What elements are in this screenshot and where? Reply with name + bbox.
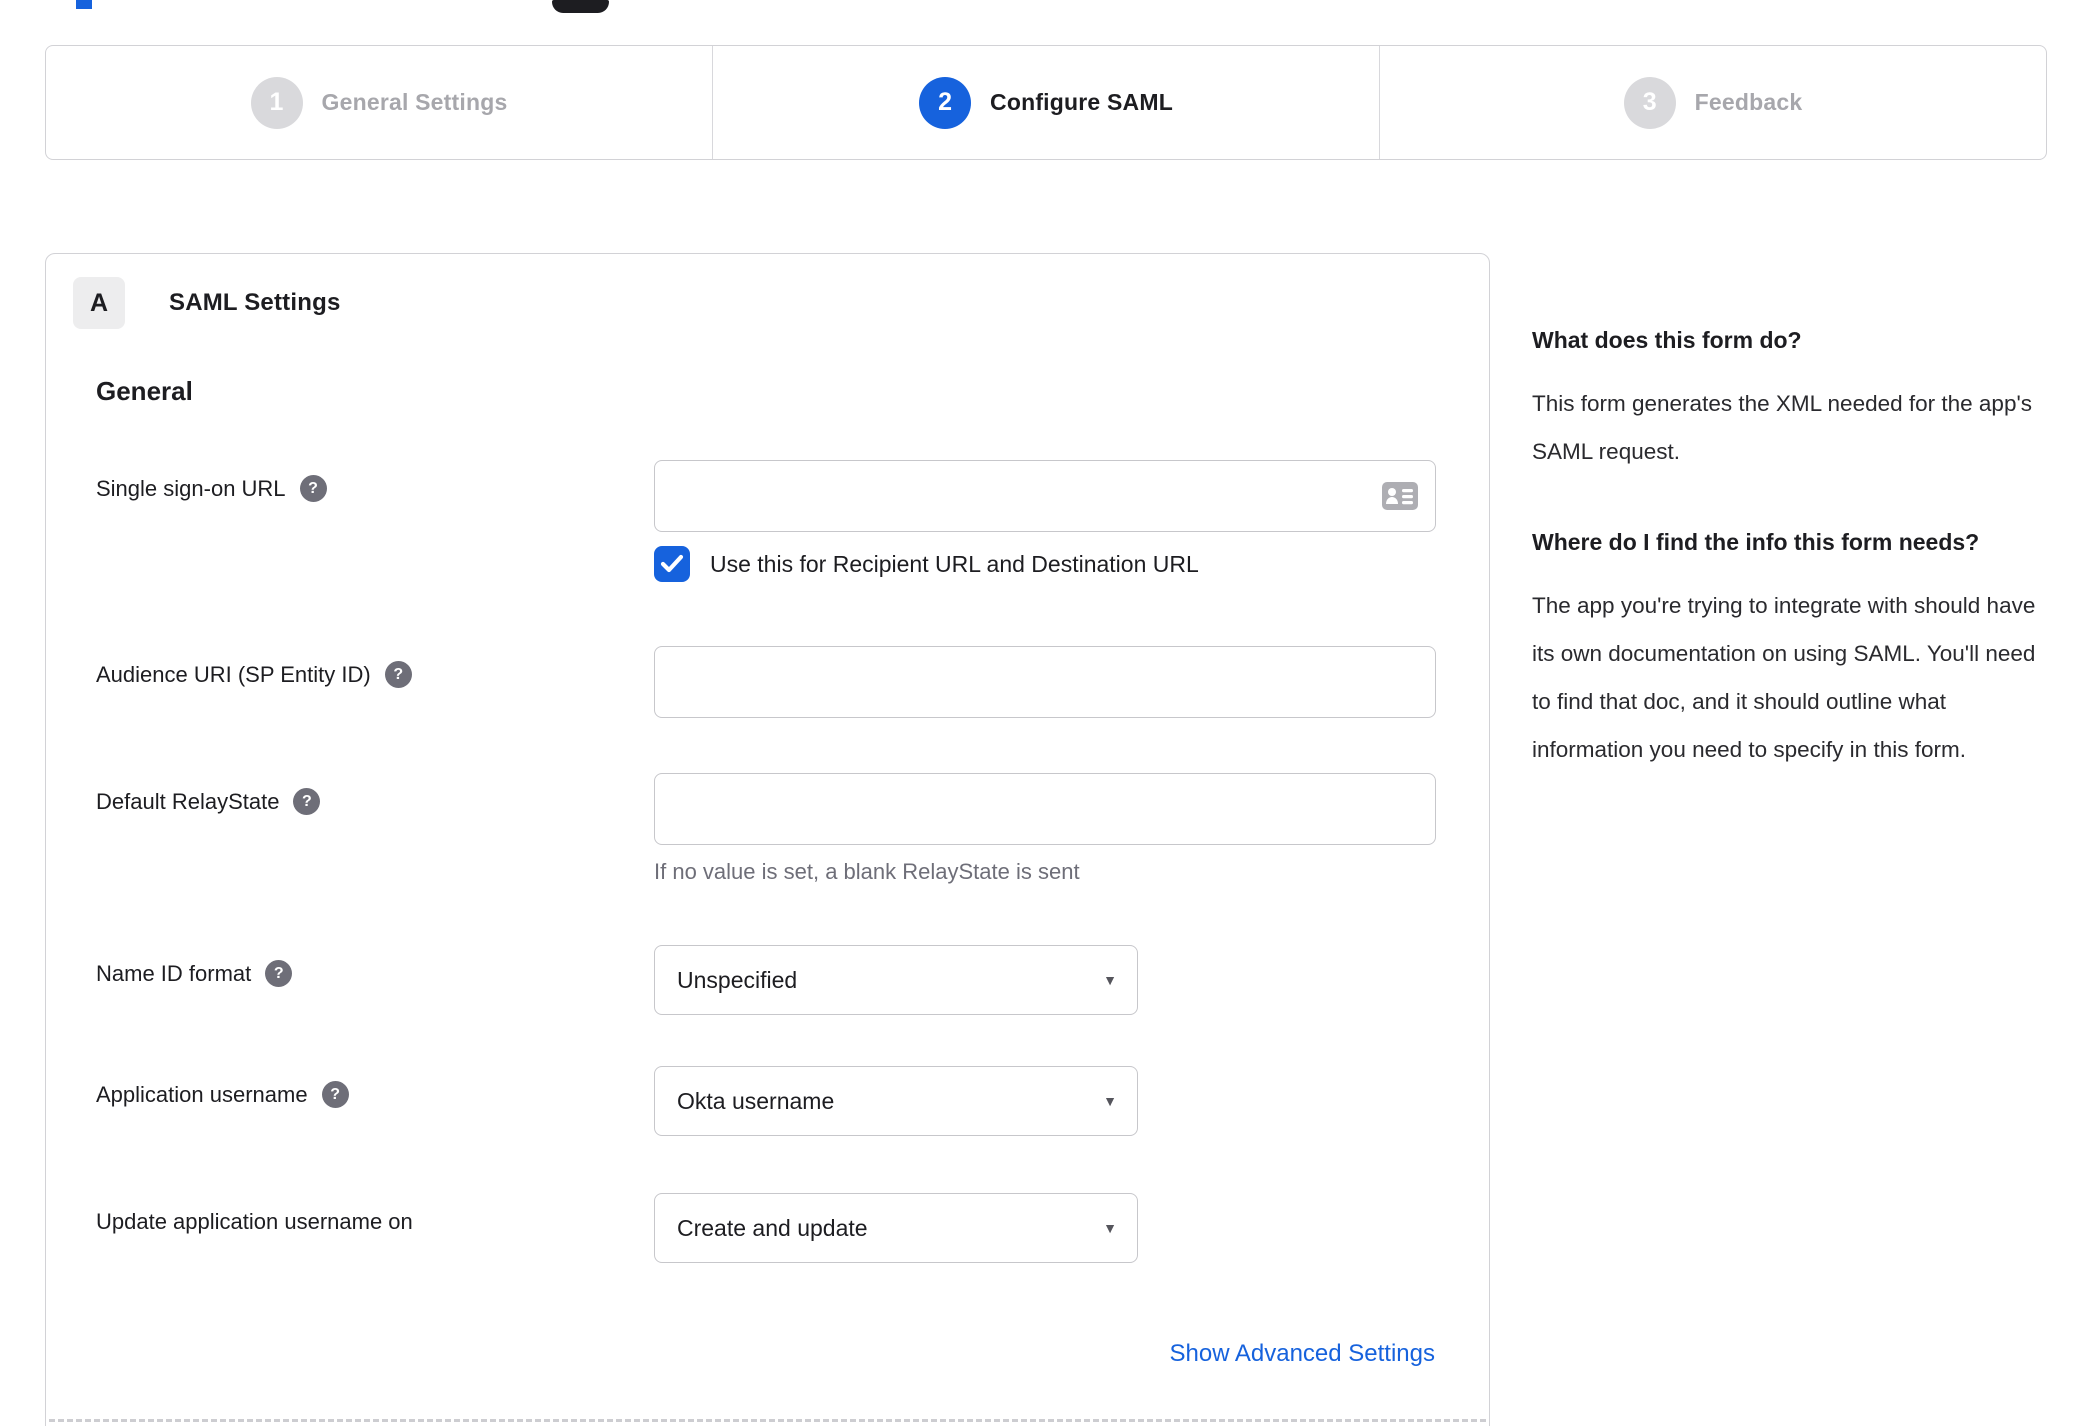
field-label: Application username ?: [96, 1066, 654, 1136]
section-dashed-divider: [49, 1419, 1486, 1422]
checkmark-icon: [660, 554, 684, 573]
field-label: Audience URI (SP Entity ID) ?: [96, 646, 654, 718]
chevron-down-icon: ▼: [1103, 1093, 1117, 1109]
form-row-update-application-username: Update application username on Create an…: [46, 1193, 1489, 1263]
help-sidebar: What does this form do? This form genera…: [1532, 316, 2037, 816]
contact-card-icon: [1382, 482, 1418, 510]
default-relaystate-input[interactable]: [654, 773, 1436, 845]
help-icon[interactable]: ?: [293, 788, 321, 815]
field-label: Default RelayState ?: [96, 773, 654, 885]
help-icon[interactable]: ?: [321, 1081, 349, 1108]
audience-uri-input[interactable]: [654, 646, 1436, 718]
recipient-url-checkbox[interactable]: [654, 546, 690, 582]
select-value: Unspecified: [677, 966, 798, 993]
select-value: Okta username: [677, 1087, 835, 1114]
recipient-url-checkbox-row: Use this for Recipient URL and Destinati…: [654, 546, 1489, 582]
chevron-down-icon: ▼: [1103, 972, 1117, 988]
relaystate-hint-text: If no value is set, a blank RelayState i…: [654, 859, 1080, 884]
update-application-username-select[interactable]: Create and update ▼: [654, 1193, 1138, 1263]
form-row-audience-uri: Audience URI (SP Entity ID) ?: [46, 646, 1489, 718]
step-label: Configure SAML: [990, 89, 1173, 115]
help-heading-where: Where do I find the info this form needs…: [1532, 529, 1980, 555]
field-label: Single sign-on URL ?: [96, 460, 654, 582]
section-a-badge: A: [73, 277, 125, 329]
update-application-username-label: Update application username on: [96, 1209, 413, 1234]
form-row-application-username: Application username ? Okta username ▼: [46, 1066, 1489, 1136]
form-row-default-relaystate: Default RelayState ? If no value is set,…: [46, 773, 1489, 885]
form-row-single-sign-on-url: Single sign-on URL ? Use this for Recipi…: [46, 460, 1489, 582]
general-heading: General: [96, 376, 193, 406]
help-heading-what: What does this form do?: [1532, 327, 1802, 353]
wizard-stepper: 1 General Settings 2 Configure SAML 3 Fe…: [45, 45, 2047, 160]
application-username-select[interactable]: Okta username ▼: [654, 1066, 1138, 1136]
section-title: SAML Settings: [169, 289, 341, 316]
saml-settings-card: A SAML Settings General Single sign-on U…: [45, 253, 1490, 1426]
form-row-name-id-format: Name ID format ? Unspecified ▼: [46, 945, 1489, 1015]
name-id-format-label: Name ID format: [96, 961, 252, 986]
application-username-label: Application username: [96, 1082, 308, 1107]
help-icon[interactable]: ?: [299, 475, 327, 502]
step-configure-saml[interactable]: 2 Configure SAML: [712, 46, 1379, 159]
field-label: Update application username on: [96, 1193, 654, 1263]
default-relaystate-label: Default RelayState: [96, 789, 280, 814]
step-label: General Settings: [321, 89, 508, 115]
clipped-title-fragment-blue: [76, 0, 92, 9]
chevron-down-icon: ▼: [1103, 1220, 1117, 1236]
help-body-where: The app you're trying to integrate with …: [1532, 593, 2036, 762]
name-id-format-select[interactable]: Unspecified ▼: [654, 945, 1138, 1015]
step-number-badge: 1: [250, 76, 303, 129]
section-header: A SAML Settings: [73, 277, 341, 329]
step-number-badge: 3: [1623, 76, 1676, 129]
step-general-settings[interactable]: 1 General Settings: [46, 46, 712, 159]
page: 1 General Settings 2 Configure SAML 3 Fe…: [0, 0, 2092, 1426]
show-advanced-settings-link[interactable]: Show Advanced Settings: [1169, 1340, 1435, 1368]
step-label: Feedback: [1694, 89, 1803, 115]
select-value: Create and update: [677, 1214, 868, 1241]
help-icon[interactable]: ?: [384, 661, 412, 688]
single-sign-on-url-input[interactable]: [654, 460, 1436, 532]
step-feedback[interactable]: 3 Feedback: [1379, 46, 2046, 159]
clipped-title-fragment-dark: [552, 0, 609, 13]
help-icon[interactable]: ?: [265, 960, 293, 987]
step-number-badge: 2: [919, 76, 972, 129]
help-body-what: This form generates the XML needed for t…: [1532, 391, 2032, 464]
field-label: Name ID format ?: [96, 945, 654, 1015]
single-sign-on-url-label: Single sign-on URL: [96, 476, 286, 501]
recipient-url-checkbox-label[interactable]: Use this for Recipient URL and Destinati…: [710, 551, 1199, 578]
audience-uri-label: Audience URI (SP Entity ID): [96, 662, 371, 687]
